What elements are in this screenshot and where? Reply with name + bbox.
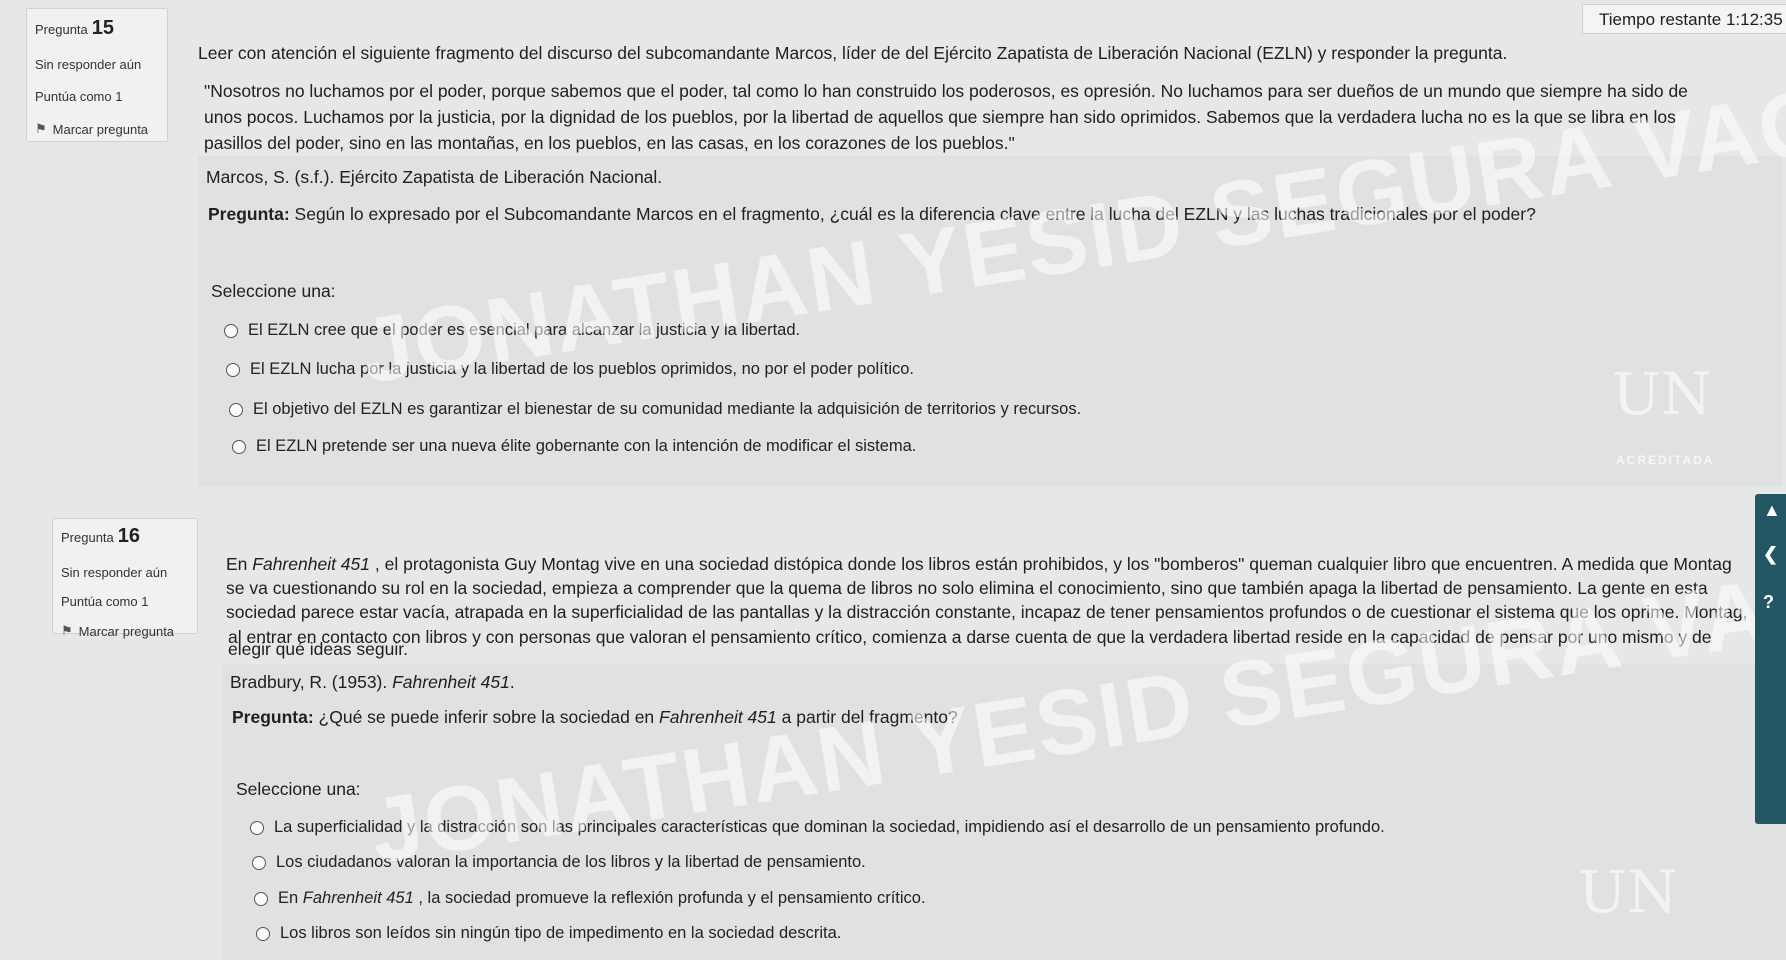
q15-option-1[interactable]: El EZLN cree que el poder es esencial pa… — [224, 321, 800, 340]
q15-option-3[interactable]: El objetivo del EZLN es garantizar el bi… — [229, 400, 1081, 419]
radio-icon[interactable] — [250, 820, 264, 835]
q15-citation: Marcos, S. (s.f.). Ejército Zapatista de… — [206, 167, 663, 187]
flag-question-button[interactable]: ⚑ Marcar pregunta — [61, 623, 189, 639]
radio-icon[interactable] — [232, 439, 246, 454]
q16-select-label: Seleccione una: — [236, 779, 361, 799]
question-16-info: Pregunta 16 Sin responder aún Puntúa como… — [52, 518, 198, 639]
question-number: Pregunta 15 — [35, 17, 115, 39]
radio-icon[interactable] — [256, 926, 270, 941]
timer-value: 1:12:35 — [1725, 10, 1783, 29]
up-arrow-icon[interactable]: ▲ — [1763, 500, 1781, 521]
radio-icon[interactable] — [229, 402, 243, 417]
floating-side-panel: ▲ ❮ ? — [1755, 494, 1786, 824]
q16-body-line-2: sociedad parece estar vacía, atrapada en… — [226, 602, 1748, 622]
question-status: Sin responder aún — [61, 565, 168, 580]
q15-quote-line-3: pasillos del poder, sino en las montañas… — [204, 133, 1015, 153]
question-points: Puntúa como 1 — [35, 89, 123, 104]
q16-option-1[interactable]: La superficialidad y la distracción son … — [250, 818, 1385, 837]
q15-select-label: Seleccione una: — [211, 281, 336, 301]
flag-question-button[interactable]: ⚑ Marcar pregunta — [35, 121, 159, 137]
q16-option-4[interactable]: Los libros son leídos sin ningún tipo de… — [256, 924, 841, 943]
question-15-info: Pregunta 15 Sin responder aún Puntúa como… — [26, 8, 168, 142]
question-points: Puntúa como 1 — [61, 594, 149, 609]
radio-icon[interactable] — [224, 323, 238, 338]
flag-icon: ⚑ — [61, 623, 73, 638]
flag-icon: ⚑ — [35, 121, 47, 136]
q15-quote-line-1: "Nosotros no luchamos por el poder, porq… — [204, 81, 1688, 101]
q16-prompt: Pregunta: ¿Qué se puede inferir sobre la… — [232, 707, 958, 727]
radio-icon[interactable] — [226, 362, 240, 377]
radio-icon[interactable] — [252, 855, 266, 870]
q15-quote-line-2: unos pocos. Luchamos por la justicia, po… — [204, 107, 1676, 127]
q15-intro: Leer con atención el siguiente fragmento… — [198, 43, 1508, 63]
question-status: Sin responder aún — [35, 57, 142, 72]
radio-icon[interactable] — [254, 891, 268, 906]
time-remaining: Tiempo restante 1:12:35 — [1582, 4, 1786, 34]
acreditada-badge: ACREDITADA — [1616, 453, 1715, 467]
help-icon[interactable]: ? — [1763, 592, 1774, 613]
q16-option-3[interactable]: En Fahrenheit 451 , la sociedad promueve… — [254, 889, 926, 908]
back-arrow-icon[interactable]: ❮ — [1763, 544, 1778, 565]
q16-citation: Bradbury, R. (1953). Fahrenheit 451. — [230, 672, 515, 692]
q16-body-line-1: se va cuestionando su rol en la sociedad… — [226, 578, 1708, 598]
q16-option-2[interactable]: Los ciudadanos valoran la importancia de… — [252, 853, 866, 872]
q15-option-2[interactable]: El EZLN lucha por la justicia y la liber… — [226, 360, 914, 379]
q16-intro: En Fahrenheit 451 , el protagonista Guy … — [226, 554, 1732, 574]
q16-body-line-3: al entrar en contacto con libros y con p… — [228, 627, 1712, 647]
question-number: Pregunta 16 — [61, 525, 141, 547]
timer-label: Tiempo restante — [1599, 10, 1722, 29]
q15-option-4[interactable]: El EZLN pretende ser una nueva élite gob… — [232, 437, 916, 456]
q16-body-line-4: elegir qué ideas seguir. — [228, 639, 408, 659]
q15-prompt: Pregunta: Según lo expresado por el Subc… — [208, 204, 1536, 224]
